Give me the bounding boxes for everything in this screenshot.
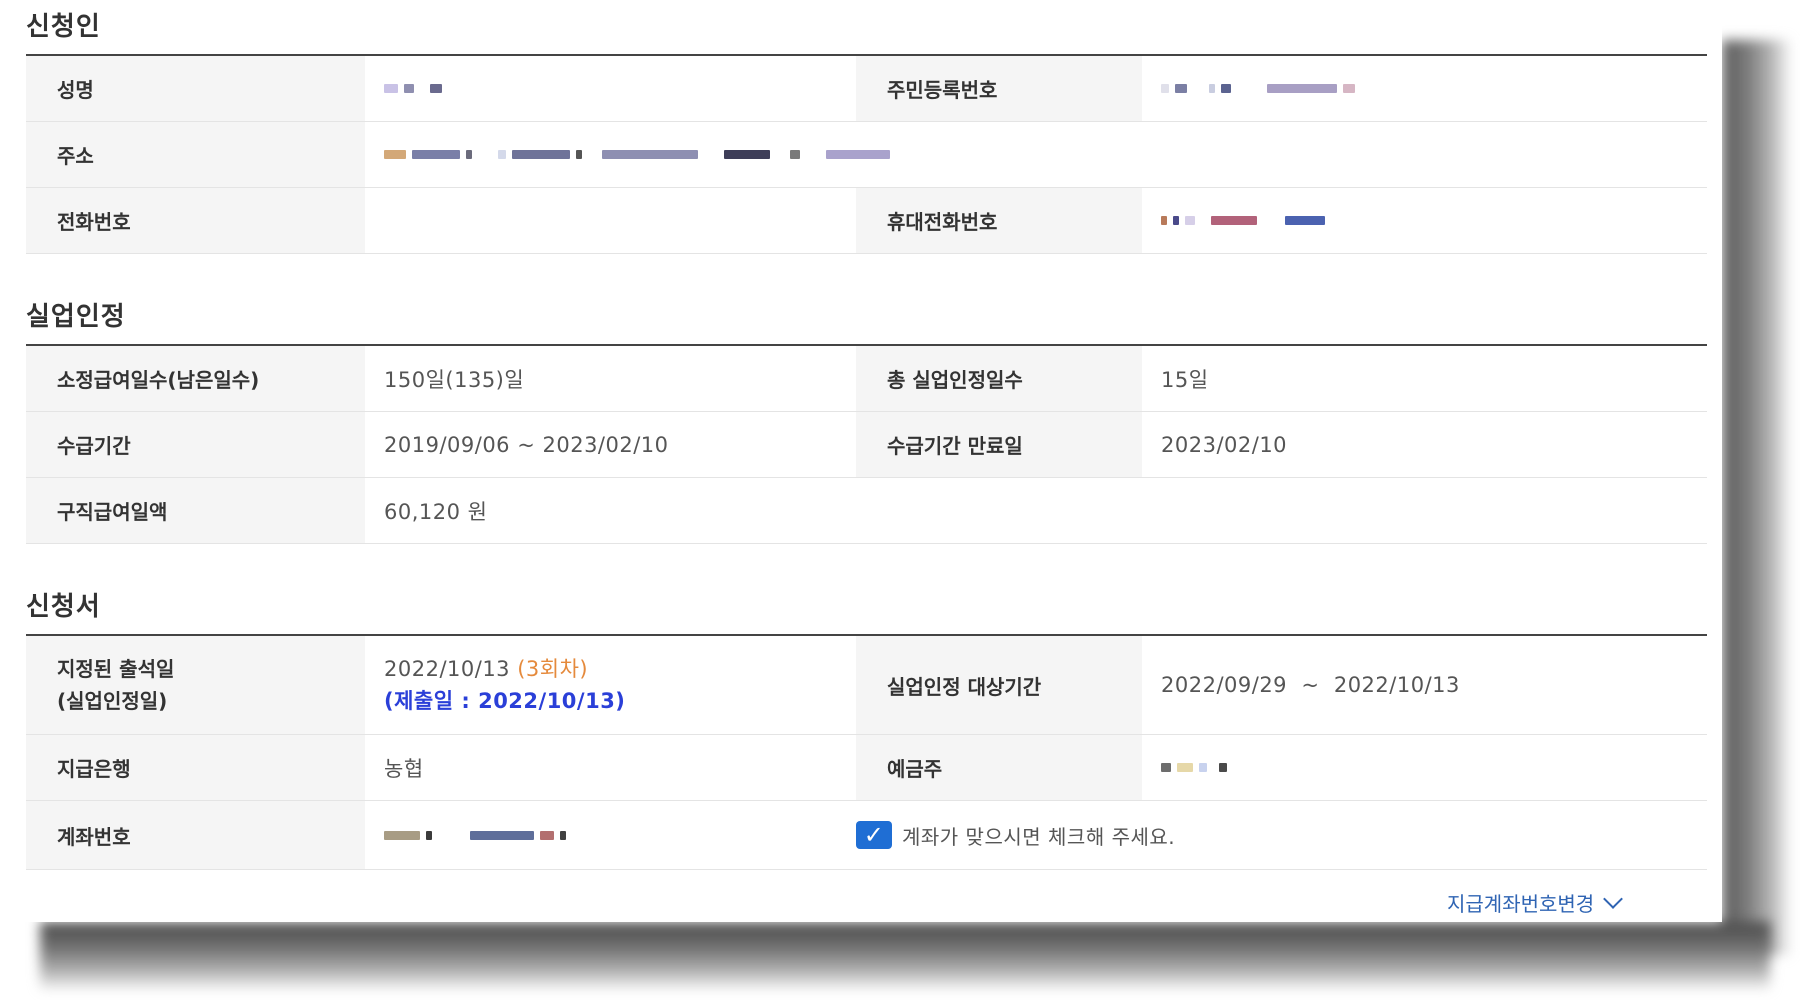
masked-text bbox=[1161, 214, 1325, 228]
section-title-application: 신청서 bbox=[26, 592, 101, 622]
table-row: 구직급여일액 60,120 원 bbox=[26, 478, 1707, 544]
label-target-period: 실업인정 대상기간 bbox=[856, 636, 1142, 734]
value-account-masked bbox=[365, 801, 856, 869]
value-bank: 농협 bbox=[384, 756, 424, 781]
label-attendance-line2: (실업인정일) bbox=[57, 689, 168, 713]
masked-text bbox=[384, 82, 442, 96]
value-name-masked bbox=[365, 56, 856, 121]
submit-date: (제출일 : 2022/10/13) bbox=[384, 689, 626, 713]
value-period-end: 2023/02/10 bbox=[1161, 432, 1288, 457]
card-shadow-bottom bbox=[40, 922, 1770, 992]
label-benefit-period: 수급기간 bbox=[26, 412, 365, 477]
section-title-applicant: 신청인 bbox=[26, 12, 101, 42]
unemployment-table: 소정급여일수(남은일수) 150일(135)일 총 실업인정일수 15일 수급기… bbox=[26, 344, 1707, 544]
value-attendance: 2022/10/13 (3회차) (제출일 : 2022/10/13) bbox=[365, 636, 856, 734]
masked-text bbox=[384, 148, 890, 162]
table-row: 소정급여일수(남은일수) 150일(135)일 총 실업인정일수 15일 bbox=[26, 346, 1707, 412]
account-confirm[interactable]: ✓ 계좌가 맞으시면 체크해 주세요. bbox=[856, 801, 1707, 869]
label-total-days: 총 실업인정일수 bbox=[856, 346, 1142, 411]
table-row: 주소 bbox=[26, 122, 1707, 188]
masked-text bbox=[384, 828, 566, 842]
account-confirm-checkbox[interactable]: ✓ bbox=[856, 821, 892, 849]
label-depositor: 예금주 bbox=[856, 735, 1142, 800]
screenshot-stage: 신청인 성명 주민등록번호 주소 전화번호 휴대전화번호 실업인정 소정급여일수… bbox=[0, 0, 1800, 1000]
label-address: 주소 bbox=[26, 122, 365, 187]
account-confirm-label[interactable]: 계좌가 맞으시면 체크해 주세요. bbox=[902, 821, 1175, 850]
label-attendance-date: 지정된 출석일 (실업인정일) bbox=[26, 636, 365, 734]
card-shadow-right bbox=[1722, 40, 1792, 955]
change-account-link[interactable]: 지급계좌번호변경 bbox=[1447, 888, 1624, 917]
label-name: 성명 bbox=[26, 56, 365, 121]
chevron-down-icon[interactable] bbox=[1603, 888, 1624, 909]
change-account-label[interactable]: 지급계좌번호변경 bbox=[1447, 888, 1594, 917]
value-attendance-stack: 2022/10/13 (3회차) (제출일 : 2022/10/13) bbox=[384, 653, 625, 717]
label-phone: 전화번호 bbox=[26, 188, 365, 253]
value-mobile-masked bbox=[1142, 188, 1707, 253]
table-row: 수급기간 2019/09/06 ~ 2023/02/10 수급기간 만료일 20… bbox=[26, 412, 1707, 478]
value-resident-number-masked bbox=[1142, 56, 1707, 121]
table-row: 성명 주민등록번호 bbox=[26, 56, 1707, 122]
label-benefit-days: 소정급여일수(남은일수) bbox=[26, 346, 365, 411]
attendance-date: 2022/10/13 bbox=[384, 657, 511, 681]
label-account: 계좌번호 bbox=[26, 801, 365, 869]
value-address-masked bbox=[365, 122, 1707, 187]
label-daily-amount: 구직급여일액 bbox=[26, 478, 365, 543]
label-attendance-line1: 지정된 출석일 bbox=[57, 657, 175, 681]
attendance-round: (3회차) bbox=[517, 657, 589, 681]
label-bank: 지급은행 bbox=[26, 735, 365, 800]
table-row: 계좌번호 ✓ 계좌가 맞으시면 체크해 주세요. bbox=[26, 801, 1707, 870]
label-mobile: 휴대전화번호 bbox=[856, 188, 1142, 253]
value-total-days: 15일 bbox=[1161, 367, 1209, 392]
masked-text bbox=[1161, 82, 1355, 96]
table-row: 지정된 출석일 (실업인정일) 2022/10/13 (3회차) (제출일 : … bbox=[26, 636, 1707, 735]
masked-text bbox=[1161, 761, 1227, 775]
info-card: 신청인 성명 주민등록번호 주소 전화번호 휴대전화번호 실업인정 소정급여일수… bbox=[0, 0, 1722, 922]
attendance-line: 2022/10/13 (3회차) bbox=[384, 653, 625, 685]
value-benefit-period: 2019/09/06 ~ 2023/02/10 bbox=[384, 432, 669, 457]
section-title-unemployment: 실업인정 bbox=[26, 302, 126, 332]
applicant-table: 성명 주민등록번호 주소 전화번호 휴대전화번호 bbox=[26, 54, 1707, 254]
application-table: 지정된 출석일 (실업인정일) 2022/10/13 (3회차) (제출일 : … bbox=[26, 634, 1707, 870]
label-attendance-stack: 지정된 출석일 (실업인정일) bbox=[57, 653, 174, 717]
value-daily-amount: 60,120 원 bbox=[384, 499, 488, 524]
table-row: 지급은행 농협 예금주 bbox=[26, 735, 1707, 801]
value-phone-empty bbox=[365, 188, 856, 253]
table-row: 전화번호 휴대전화번호 bbox=[26, 188, 1707, 254]
label-period-end: 수급기간 만료일 bbox=[856, 412, 1142, 477]
value-depositor-masked bbox=[1142, 735, 1707, 800]
label-resident-number: 주민등록번호 bbox=[856, 56, 1142, 121]
value-target-period: 2022/09/29 ~ 2022/10/13 bbox=[1161, 673, 1460, 697]
value-benefit-days: 150일(135)일 bbox=[384, 367, 525, 392]
